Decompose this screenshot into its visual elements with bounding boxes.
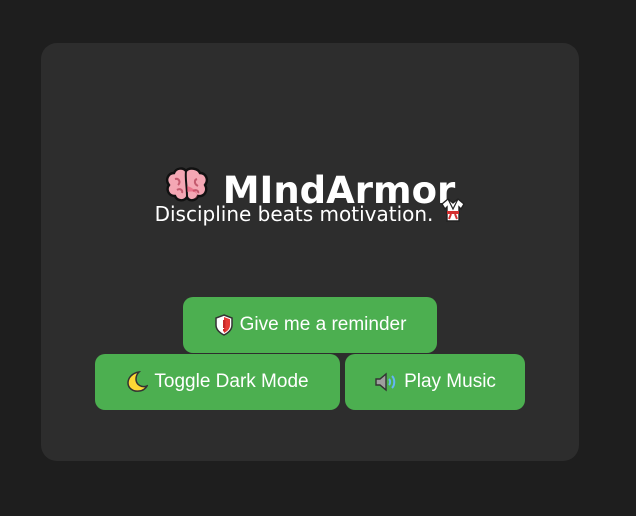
toggle-dark-mode-label: Toggle Dark Mode [154, 371, 309, 392]
app-subtitle-text: Discipline beats motivation. [154, 202, 434, 226]
reminder-button-label: Give me a reminder [239, 314, 407, 335]
crescent-moon-icon [126, 370, 149, 393]
play-music-label: Play Music [404, 371, 496, 392]
shield-icon [214, 314, 234, 336]
toggle-dark-mode-button[interactable]: Toggle Dark Mode [95, 354, 340, 410]
martial-arts-uniform-icon [441, 197, 466, 230]
speaker-icon [374, 371, 398, 393]
main-card: MIndArmor Discipline beats motivation. G… [41, 43, 579, 461]
reminder-button[interactable]: Give me a reminder [183, 297, 437, 353]
play-music-button[interactable]: Play Music [345, 354, 525, 410]
app-subtitle: Discipline beats motivation. [41, 197, 579, 232]
